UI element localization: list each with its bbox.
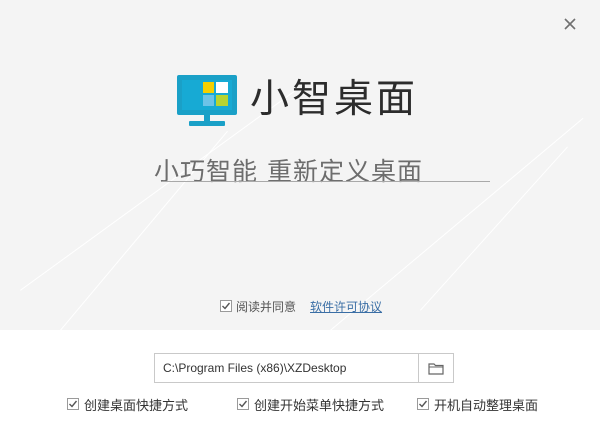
slogan-underline bbox=[162, 181, 490, 182]
app-name: 小智桌面 bbox=[250, 77, 419, 122]
slogan: 小巧智能 重新定义桌面 bbox=[154, 157, 423, 186]
decorative-line bbox=[420, 146, 568, 311]
monitor-logo-icon bbox=[177, 75, 237, 126]
option-desktop-shortcut[interactable]: 创建桌面快捷方式 bbox=[67, 395, 189, 414]
close-button[interactable] bbox=[558, 12, 582, 36]
license-link[interactable]: 软件许可协议 bbox=[310, 298, 382, 315]
agreement-label: 阅读并同意 bbox=[236, 299, 297, 314]
option-start-menu-shortcut[interactable]: 创建开始菜单快捷方式 bbox=[237, 395, 385, 414]
start-menu-shortcut-label: 创建开始菜单快捷方式 bbox=[254, 398, 385, 414]
start-menu-shortcut-checkbox[interactable] bbox=[237, 398, 249, 410]
install-path-input[interactable] bbox=[155, 354, 420, 382]
checkmark-icon bbox=[239, 400, 248, 408]
folder-icon bbox=[428, 362, 444, 375]
auto-organize-checkbox[interactable] bbox=[417, 398, 429, 410]
auto-organize-label: 开机自动整理桌面 bbox=[434, 398, 539, 414]
option-auto-organize[interactable]: 开机自动整理桌面 bbox=[417, 395, 539, 414]
desktop-shortcut-checkbox[interactable] bbox=[67, 398, 79, 410]
checkmark-icon bbox=[222, 302, 231, 310]
header-panel: 小智桌面 小巧智能 重新定义桌面 阅读并同意 软件许可协议 bbox=[0, 0, 600, 330]
checkmark-icon bbox=[69, 400, 78, 408]
agreement-checkbox[interactable] bbox=[220, 300, 232, 312]
browse-folder-button[interactable] bbox=[418, 354, 453, 382]
install-path-field bbox=[154, 353, 454, 383]
close-icon bbox=[564, 18, 576, 30]
agreement-row: 阅读并同意 软件许可协议 bbox=[220, 296, 382, 316]
desktop-shortcut-label: 创建桌面快捷方式 bbox=[84, 398, 189, 414]
checkmark-icon bbox=[419, 400, 428, 408]
